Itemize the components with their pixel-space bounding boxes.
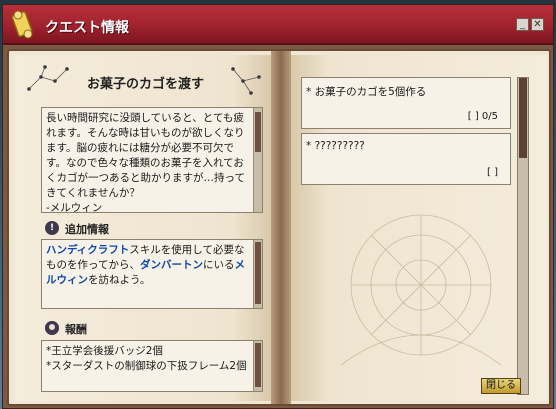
scroll-thumb[interactable] xyxy=(255,343,261,387)
scroll-icon xyxy=(11,10,33,39)
star-chart-decoration xyxy=(340,214,502,366)
quest-title: お菓子のカゴを渡す xyxy=(87,77,205,92)
minimize-button[interactable]: _ xyxy=(516,18,529,31)
reward-item: *スターダストの制御球の下扱フレーム2個 xyxy=(46,360,247,372)
reward-item: *王立学会後援バッジ2個 xyxy=(46,345,163,357)
objective-label: * ????????? xyxy=(306,140,365,152)
objective-item[interactable]: * ????????? [ ] xyxy=(301,133,511,185)
quest-description-box[interactable]: 長い時間研究に没頭していると、とても疲れます。そんな時は甘いものが欲しくなります… xyxy=(41,107,263,213)
quest-book: お菓子のカゴを渡す 長い時間研究に没頭していると、とても疲れます。そんな時は甘い… xyxy=(7,49,551,406)
objective-label: * お菓子のカゴを5個作る xyxy=(306,86,427,98)
reward-icon xyxy=(45,321,59,335)
extra-info-heading: 追加情報 xyxy=(65,223,109,236)
window-title: クエスト情報 xyxy=(45,20,129,36)
scroll-thumb[interactable] xyxy=(519,78,527,158)
objectives-scrollbar[interactable] xyxy=(517,77,529,395)
extra-info-box[interactable]: ハンディクラフトスキルを使用して必要なものを作ってから、ダンバートンにいるメルウ… xyxy=(41,239,263,309)
objective-item[interactable]: * お菓子のカゴを5個作る [ ] 0/5 xyxy=(301,77,511,129)
quest-signature: -メルウィン xyxy=(46,202,103,213)
title-bar[interactable]: クエスト情報 _ ✕ xyxy=(3,5,553,45)
scroll-thumb[interactable] xyxy=(255,112,261,152)
highlight-location: ダンバートン xyxy=(139,259,203,271)
left-page: お菓子のカゴを渡す 長い時間研究に没頭していると、とても疲れます。そんな時は甘い… xyxy=(15,55,271,401)
reward-heading: 報酬 xyxy=(65,323,87,336)
extra-text: を訪ねよう。 xyxy=(88,274,151,286)
scroll-thumb[interactable] xyxy=(255,242,261,304)
close-quest-button[interactable]: 閉じる xyxy=(481,378,521,394)
extra-info-text: ハンディクラフトスキルを使用して必要なものを作ってから、ダンバートンにいるメルウ… xyxy=(46,243,250,288)
description-scrollbar[interactable] xyxy=(253,108,262,212)
objective-count: [ ] xyxy=(487,167,498,178)
extra-text: にいる xyxy=(202,259,235,271)
quest-description: 長い時間研究に没頭していると、とても疲れます。そんな時は甘いものが欲しくなります… xyxy=(46,112,245,199)
close-button[interactable]: ✕ xyxy=(531,18,544,31)
info-icon: ! xyxy=(45,221,59,235)
quest-info-window: クエスト情報 _ ✕ お菓子のカゴを渡す 長い時間研究に没頭していると、とても疲… xyxy=(2,4,554,409)
reward-scrollbar[interactable] xyxy=(253,341,262,391)
book-spine xyxy=(271,51,291,404)
reward-box[interactable]: *王立学会後援バッジ2個 *スターダストの制御球の下扱フレーム2個 xyxy=(41,340,263,392)
extra-info-scrollbar[interactable] xyxy=(253,240,262,308)
constellation-icon xyxy=(27,65,69,91)
objective-count: [ ] 0/5 xyxy=(467,111,498,122)
constellation-icon xyxy=(231,67,261,95)
highlight-skill: ハンディクラフト xyxy=(46,244,130,256)
